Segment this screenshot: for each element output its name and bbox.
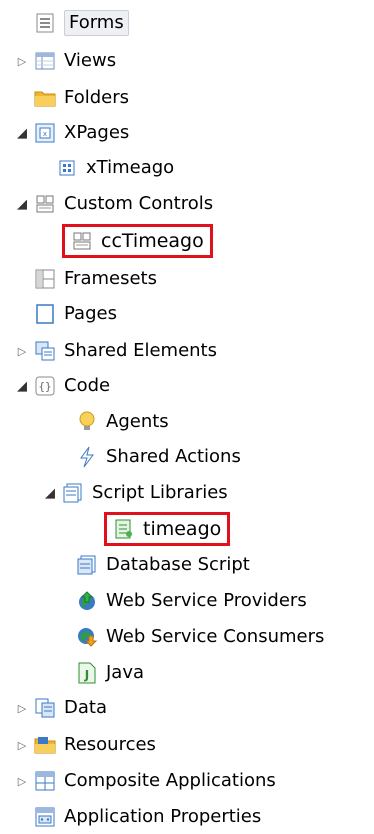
folder-icon [34,87,56,109]
page-icon [34,303,56,325]
tree-item-label: Forms [64,10,129,36]
svg-text:J: J [84,668,89,682]
data-icon [34,697,56,719]
custom-control-icon [71,230,93,252]
xpage-icon [56,157,78,179]
code-icon: {} [34,375,56,397]
collapsed-arrow-icon[interactable]: ▷ [14,737,30,753]
tree-item-label: ccTimeago [101,230,204,252]
composite-applications-icon [34,770,56,792]
tree-item-xtimeago[interactable]: xTimeago [56,151,174,185]
tree-item-code[interactable]: ◢ {} Code [14,369,110,403]
tree-item-custom-controls[interactable]: ◢ Custom Controls [14,187,213,221]
application-properties-icon [34,806,56,828]
resources-icon [34,734,56,756]
custom-controls-icon [34,193,56,215]
expanded-arrow-icon[interactable]: ◢ [42,485,58,501]
tree-item-script-libraries[interactable]: ◢ Script Libraries [42,476,228,510]
expanded-arrow-icon[interactable]: ◢ [14,378,30,394]
svg-text:{}: {} [38,380,51,393]
tree-item-label: Database Script [106,554,250,575]
shared-actions-icon [76,446,98,468]
tree-item-label: Composite Applications [64,770,276,791]
tree-item-resources[interactable]: ▷ Resources [14,728,156,762]
tree-item-label: Shared Actions [106,446,241,467]
tree-item-timeago[interactable]: timeago [104,512,231,546]
tree-item-label: Agents [106,411,169,432]
expanded-arrow-icon[interactable]: ◢ [14,125,30,141]
xpages-icon: x [34,122,56,144]
highlight-box: ccTimeago [62,224,213,258]
tree-item-label: xTimeago [86,157,175,178]
tree-item-forms[interactable]: Forms [14,6,129,40]
tree-item-label: Web Service Consumers [106,626,325,647]
svg-text:x: x [43,130,47,138]
tree-item-folders[interactable]: Folders [14,81,129,115]
tree-item-label: Shared Elements [64,340,217,361]
tree-item-xpages[interactable]: ◢ x XPages [14,116,129,150]
script-library-icon [113,518,135,540]
tree-item-label: timeago [143,518,222,540]
tree-item-label: Custom Controls [64,193,214,214]
collapsed-arrow-icon[interactable]: ▷ [14,773,30,789]
highlight-box: timeago [104,512,231,546]
collapsed-arrow-icon[interactable]: ▷ [14,53,30,69]
collapsed-arrow-icon[interactable]: ▷ [14,343,30,359]
tree-item-composite-applications[interactable]: ▷ Composite Applications [14,764,276,798]
tree-item-framesets[interactable]: Framesets [14,262,157,296]
tree-item-label: Views [64,50,117,71]
agent-icon [76,411,98,433]
tree-item-label: Resources [64,734,156,755]
tree-item-data[interactable]: ▷ Data [14,691,107,725]
form-icon [34,12,56,34]
tree-item-java[interactable]: J Java [76,656,144,690]
tree-item-agents[interactable]: Agents [76,405,169,439]
tree-item-label: Pages [64,303,117,324]
web-service-consumer-icon [76,626,98,648]
view-icon [34,50,56,72]
expanded-arrow-icon[interactable]: ◢ [14,196,30,212]
tree-item-label: Data [64,697,107,718]
collapsed-arrow-icon[interactable]: ▷ [14,700,30,716]
tree-item-web-service-providers[interactable]: Web Service Providers [76,584,307,618]
shared-elements-icon [34,340,56,362]
tree-item-label: Framesets [64,268,157,289]
tree-item-label: XPages [64,122,130,143]
tree-item-label: Code [64,375,111,396]
navigator-tree: Forms ▷ Views Folders ◢ x XPages xTimeag… [0,0,374,830]
tree-item-label: Application Properties [64,806,262,827]
tree-item-cctimeago[interactable]: ccTimeago [62,224,213,258]
web-service-provider-icon [76,590,98,612]
tree-item-shared-elements[interactable]: ▷ Shared Elements [14,334,217,368]
tree-item-application-properties[interactable]: Application Properties [14,800,261,834]
frameset-icon [34,268,56,290]
tree-item-label: Script Libraries [92,482,228,503]
tree-item-label: Web Service Providers [106,590,307,611]
tree-item-shared-actions[interactable]: Shared Actions [76,440,241,474]
database-script-icon [76,554,98,576]
tree-item-pages[interactable]: Pages [14,297,117,331]
tree-item-label: Java [106,662,145,683]
script-libraries-icon [62,482,84,504]
tree-item-views[interactable]: ▷ Views [14,44,116,78]
java-icon: J [76,662,98,684]
tree-item-web-service-consumers[interactable]: Web Service Consumers [76,620,324,654]
tree-item-database-script[interactable]: Database Script [76,548,250,582]
tree-item-label: Folders [64,87,130,108]
